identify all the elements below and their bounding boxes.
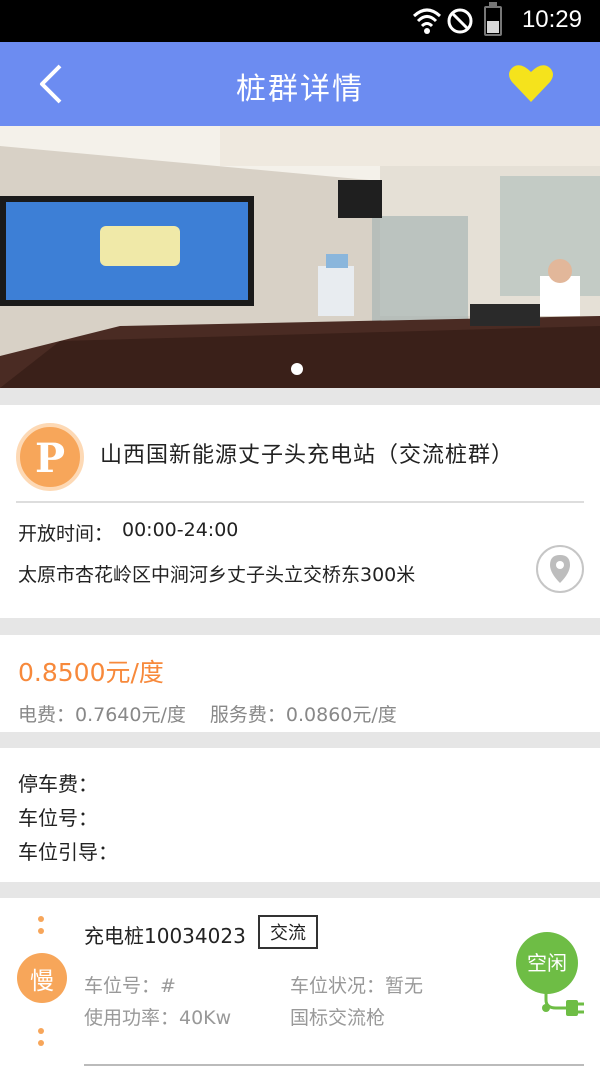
station-name: 山西国新能源丈子头充电站（交流桩群） bbox=[100, 443, 515, 468]
service-fee: 服务费：0.0860元/度 bbox=[209, 704, 397, 726]
total-price: 0.8500元/度 bbox=[18, 658, 164, 687]
parking-guide-label: 车位引导： bbox=[18, 840, 118, 864]
slot-number: 车位号：# bbox=[84, 975, 176, 997]
pager-dot bbox=[291, 363, 303, 375]
idle-status-button[interactable]: 空闲 bbox=[516, 932, 578, 994]
parking-card: 停车费： 车位号： 车位引导： bbox=[0, 748, 600, 882]
pile-type-badge: 交流 bbox=[258, 915, 318, 949]
charging-pile-item[interactable]: 慢 充电桩10034023 交流 车位号：# 车位状况：暂无 使用功率：40Kw… bbox=[0, 898, 600, 1067]
divider bbox=[16, 501, 584, 503]
meeting-room-photo bbox=[0, 126, 600, 388]
photo-banner[interactable] bbox=[0, 126, 600, 388]
timeline-dot bbox=[38, 916, 44, 922]
timeline-dot bbox=[38, 1040, 44, 1046]
station-address: 太原市杏花岭区中涧河乡丈子头立交桥东300米 bbox=[18, 564, 416, 586]
hours-value: 00:00-24:00 bbox=[122, 519, 239, 541]
plug-icon bbox=[542, 990, 584, 1016]
parking-logo-icon: P bbox=[16, 423, 84, 491]
speed-label: 慢 bbox=[30, 967, 54, 995]
divider bbox=[84, 1064, 584, 1066]
hours-label: 开放时间： bbox=[18, 523, 114, 545]
heart-icon[interactable] bbox=[506, 62, 556, 106]
electricity-fee: 电费：0.7640元/度 bbox=[18, 704, 186, 726]
clock: 10:29 bbox=[521, 6, 582, 33]
status-bar: 10:29 bbox=[0, 0, 600, 42]
price-detail: 电费：0.7640元/度 服务费：0.0860元/度 bbox=[18, 700, 397, 727]
gun-type: 国标交流枪 bbox=[290, 1007, 386, 1029]
location-pin-icon[interactable] bbox=[536, 545, 584, 593]
nav-bar: 桩群详情 bbox=[0, 42, 600, 126]
wifi-icon bbox=[412, 8, 442, 34]
parking-fee-label: 停车费： bbox=[18, 772, 98, 796]
parking-space-label: 车位号： bbox=[18, 806, 98, 830]
station-card: P 山西国新能源丈子头充电站（交流桩群） 开放时间： 00:00-24:00 太… bbox=[0, 405, 600, 618]
slot-status: 车位状况：暂无 bbox=[290, 975, 424, 997]
do-not-disturb-icon bbox=[447, 8, 473, 34]
pile-id: 充电桩10034023 bbox=[84, 924, 246, 948]
battery-icon bbox=[484, 2, 502, 36]
power-rating: 使用功率：40Kw bbox=[84, 1007, 232, 1029]
timeline-dot bbox=[38, 928, 44, 934]
timeline-dot bbox=[38, 1028, 44, 1034]
price-card: 0.8500元/度 电费：0.7640元/度 服务费：0.0860元/度 bbox=[0, 635, 600, 732]
